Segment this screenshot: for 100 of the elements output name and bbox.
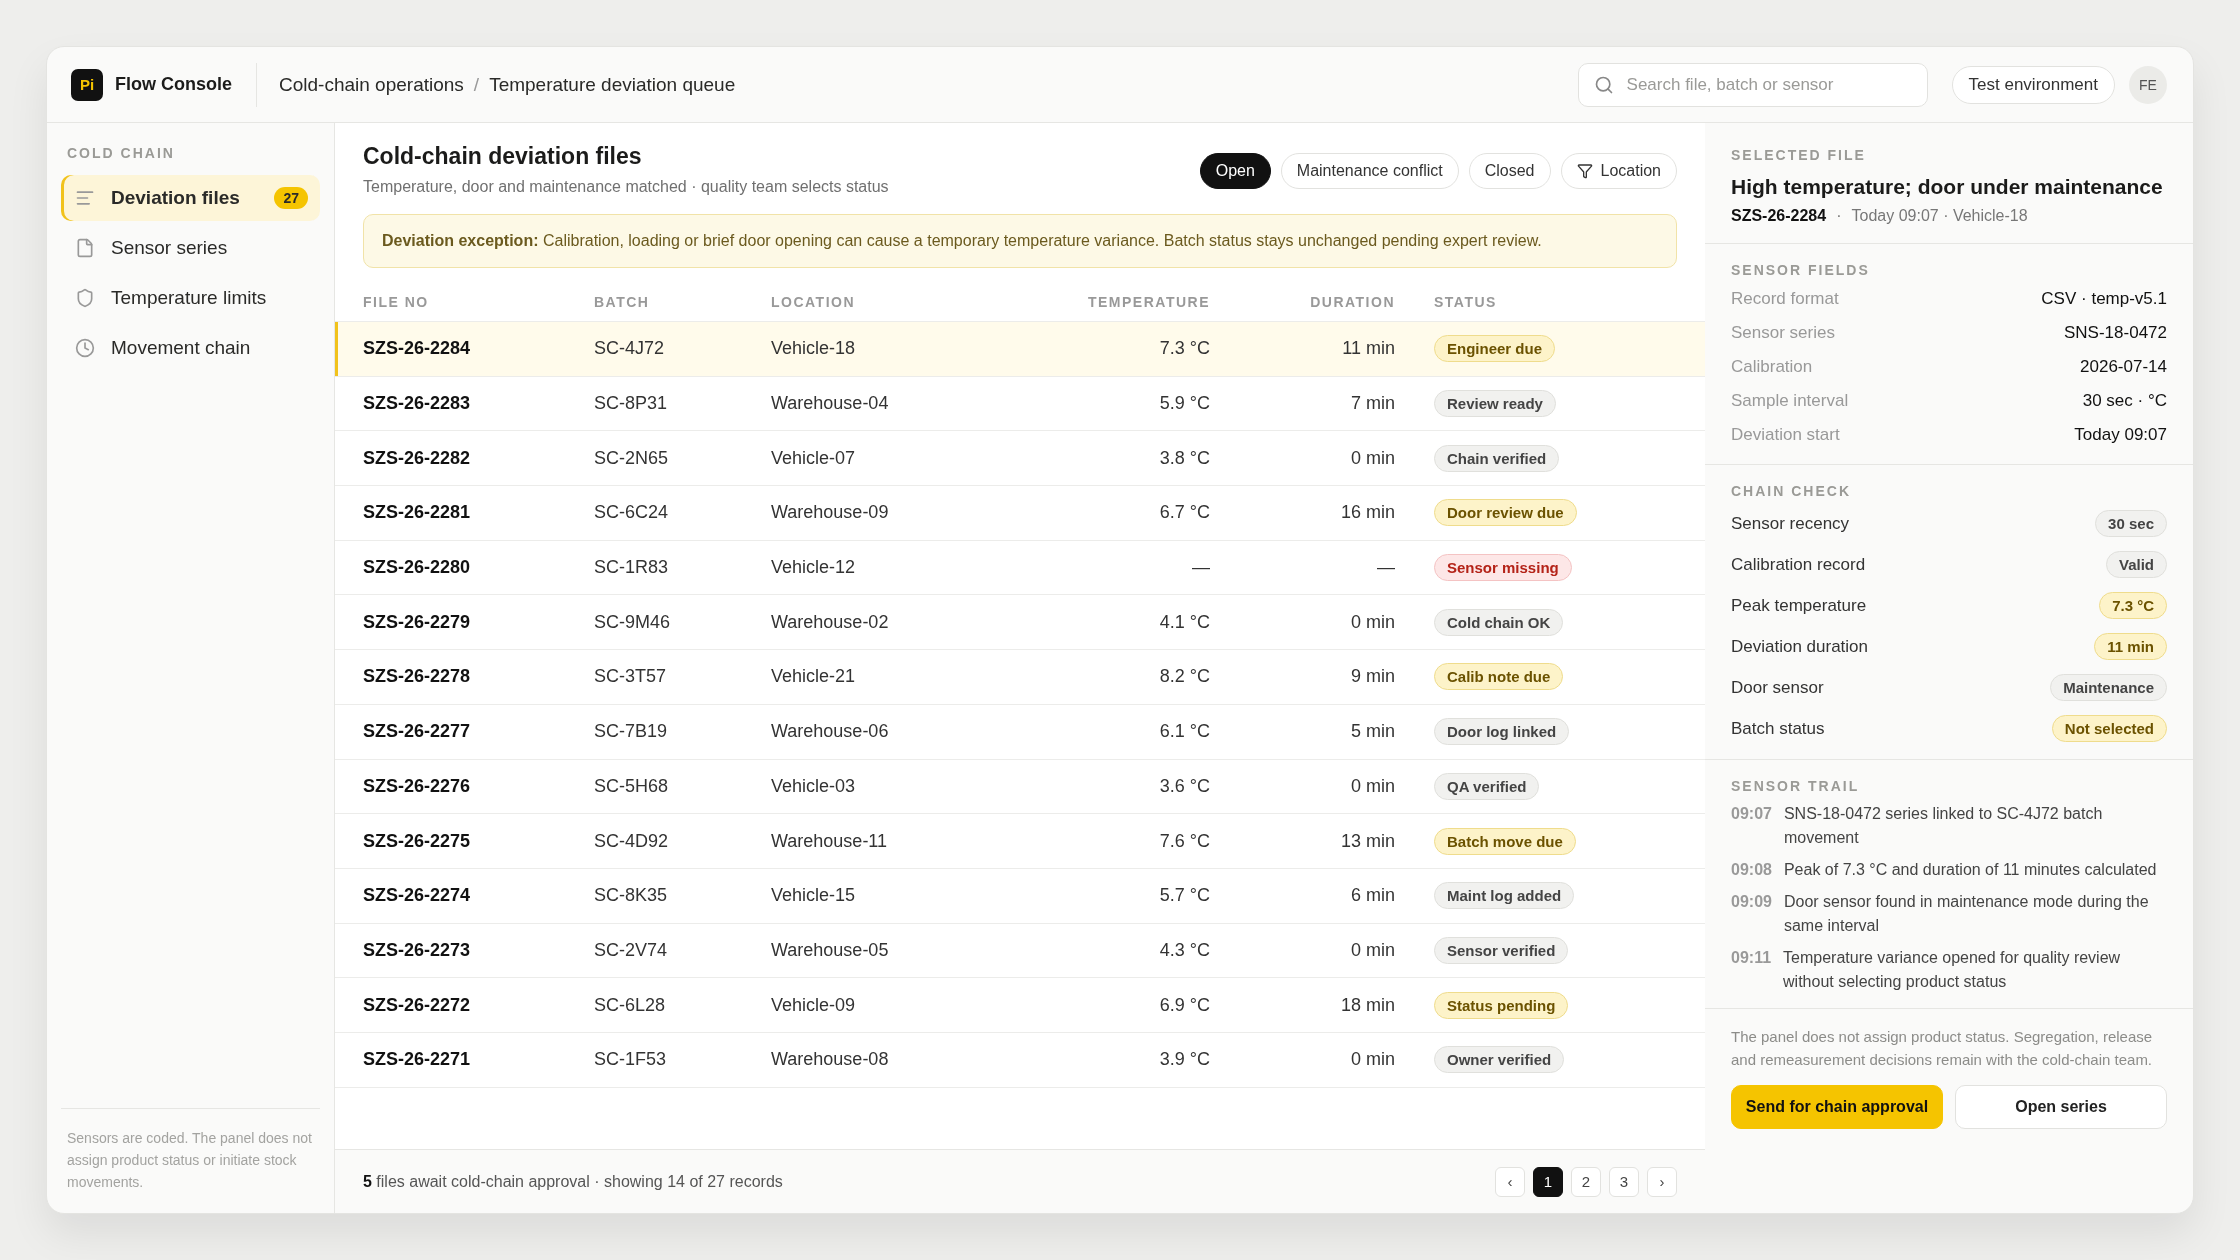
table-row[interactable]: SZS-26-2284 SC-4J72 Vehicle-18 7.3 °C 11 min Engineer due — [335, 322, 1705, 377]
table-cell-text: SC-3T57 — [594, 666, 668, 688]
approval-button[interactable]: Send for chain approval — [1731, 1085, 1943, 1129]
breadcrumb-item[interactable]: Cold-chain operations — [279, 73, 464, 96]
check-badge: Maintenance — [2050, 674, 2167, 701]
app-name: Flow Console — [115, 74, 232, 95]
table-cell-text: 3.8 °C — [1158, 447, 1210, 469]
alert-label: Deviation exception: — [382, 232, 539, 249]
trail-time: 09:07 — [1731, 804, 1772, 824]
table-cell-text: 11 min — [1341, 338, 1395, 360]
status-badge: Sensor verified — [1434, 936, 1569, 964]
table-cell-text: 16 min — [1339, 502, 1395, 524]
table-cell-text: 6.1 °C — [1158, 721, 1210, 743]
table-cell-text: SC-4D92 — [594, 830, 670, 852]
shield-icon — [75, 288, 95, 308]
filter-chip[interactable]: Closed — [1468, 153, 1551, 189]
field-value: Today 09:07 — [2074, 425, 2167, 445]
table-cell-text: 0 min — [1350, 775, 1395, 797]
search-icon — [1593, 74, 1614, 95]
file-meta: Today 09:07 · Vehicle-18 — [1851, 207, 2028, 225]
trail-time: 09:11 — [1731, 948, 1772, 968]
check-label: Calibration record — [1731, 554, 1866, 575]
field-label: Sample interval — [1731, 391, 1849, 411]
avatar[interactable]: FE — [2129, 65, 2167, 104]
field-value: SNS-18-0472 — [2064, 323, 2167, 343]
check-label: Deviation duration — [1731, 636, 1869, 657]
table-cell-text: 0 min — [1350, 611, 1395, 633]
table-cell-text: 18 min — [1339, 994, 1395, 1016]
table-cell-text: — — [1376, 557, 1395, 579]
table-cell-text: SC-2V74 — [594, 939, 669, 961]
status-badge: Sensor missing — [1434, 554, 1572, 582]
table-cell-text: 8.2 °C — [1158, 666, 1210, 688]
table-cell-text: 5 min — [1350, 721, 1395, 743]
status-badge: Door log linked — [1434, 718, 1570, 746]
filter-chip[interactable]: Maintenance conflict — [1280, 153, 1459, 189]
check-badge: Valid — [2105, 551, 2167, 578]
filter-chip[interactable]: Open — [1199, 153, 1271, 189]
table-cell-text: SZS-26-2271 — [363, 1049, 472, 1071]
breadcrumb-item[interactable]: Temperature deviation queue — [489, 73, 736, 96]
sidebar-item[interactable]: Sensor series — [61, 225, 320, 271]
table-cell-text: SC-1F53 — [594, 1049, 668, 1071]
page-button[interactable]: ‹ — [1495, 1166, 1525, 1197]
table-cell-text: 7.3 °C — [1158, 338, 1210, 360]
table-cell-text: SZS-26-2278 — [363, 666, 472, 688]
section-heading: CHAIN CHECK — [1731, 483, 1852, 499]
logo: Pi — [71, 68, 103, 101]
check-label: Peak temperature — [1731, 595, 1867, 616]
table-cell-text: 6.9 °C — [1158, 994, 1210, 1016]
table-cell-text: SC-2N65 — [594, 447, 670, 469]
table-cell-text: Vehicle-07 — [771, 447, 857, 469]
table-cell-text: Vehicle-15 — [771, 885, 857, 907]
sidebar-item[interactable]: Movement chain — [61, 325, 320, 371]
table-cell-text: SZS-26-2283 — [363, 393, 472, 415]
trail-text: Door sensor found in maintenance mode during the same interval — [1783, 892, 2150, 936]
section-heading: SENSOR FIELDS — [1731, 262, 1871, 278]
document-icon — [75, 238, 95, 258]
table-cell-text: 7.6 °C — [1158, 830, 1210, 852]
table-cell-text: Warehouse-09 — [771, 502, 890, 524]
table-cell-text: 5.9 °C — [1158, 393, 1210, 415]
clock-icon — [75, 338, 95, 358]
table-cell-text: SZS-26-2277 — [363, 721, 472, 743]
table-cell-text: 0 min — [1350, 447, 1395, 469]
field-value: 30 sec · °C — [2082, 391, 2167, 411]
table-cell-text: 0 min — [1350, 939, 1395, 961]
sidebar-item[interactable]: Deviation files 27 — [61, 175, 320, 221]
status-badge: QA verified — [1434, 772, 1540, 800]
table-cell-text: SC-9M46 — [594, 611, 672, 633]
page-button[interactable]: 2 — [1571, 1166, 1601, 1197]
page-button[interactable]: 1 — [1533, 1166, 1563, 1197]
table-cell-text: SZS-26-2275 — [363, 830, 472, 852]
section-heading: COLD CHAIN — [66, 145, 176, 161]
table-cell-text: Warehouse-06 — [771, 721, 890, 743]
table-cell-text: SZS-26-2284 — [363, 338, 472, 360]
detail-title: High temperature; door under maintenance — [1731, 175, 2164, 199]
table-cell-text: SC-5H68 — [594, 775, 670, 797]
trail-text: Temperature variance opened for quality review without selecting product status — [1783, 948, 2122, 992]
table-cell-text: SZS-26-2273 — [363, 939, 472, 961]
environment-button[interactable]: Test environment — [1951, 65, 2115, 104]
search-field[interactable]: Search file, batch or sensor — [1577, 62, 1928, 107]
status-badge: Engineer due — [1434, 335, 1556, 363]
check-label: Door sensor — [1731, 677, 1824, 698]
sidebar-item[interactable]: Temperature limits — [61, 275, 320, 321]
page-button[interactable]: › — [1647, 1166, 1677, 1197]
field-label: Sensor series — [1731, 323, 1835, 343]
field-label: Calibration — [1731, 357, 1813, 377]
table-cell-text: Warehouse-08 — [771, 1049, 890, 1071]
page-title: Cold-chain deviation files — [363, 143, 643, 170]
sidebar-note: Sensors are coded. The panel does not assign product status or initiate stock movements. — [61, 1108, 320, 1193]
check-badge: Not selected — [2051, 715, 2167, 742]
page-button[interactable]: 3 — [1609, 1166, 1639, 1197]
sidebar-label: Movement chain — [111, 337, 251, 359]
table-cell-text: 4.3 °C — [1158, 939, 1210, 961]
check-label: Batch status — [1731, 718, 1825, 739]
table-cell-text: 3.9 °C — [1158, 1049, 1210, 1071]
check-badge: 7.3 °C — [2099, 592, 2167, 619]
table-cell-text: SC-8K35 — [594, 885, 669, 907]
filter-chip[interactable]: Location — [1560, 153, 1677, 189]
open-series-button[interactable]: Open series — [1955, 1085, 2167, 1129]
table-cell-text: 3.6 °C — [1158, 775, 1210, 797]
file-number: SZS-26-2284 — [1731, 207, 1827, 225]
